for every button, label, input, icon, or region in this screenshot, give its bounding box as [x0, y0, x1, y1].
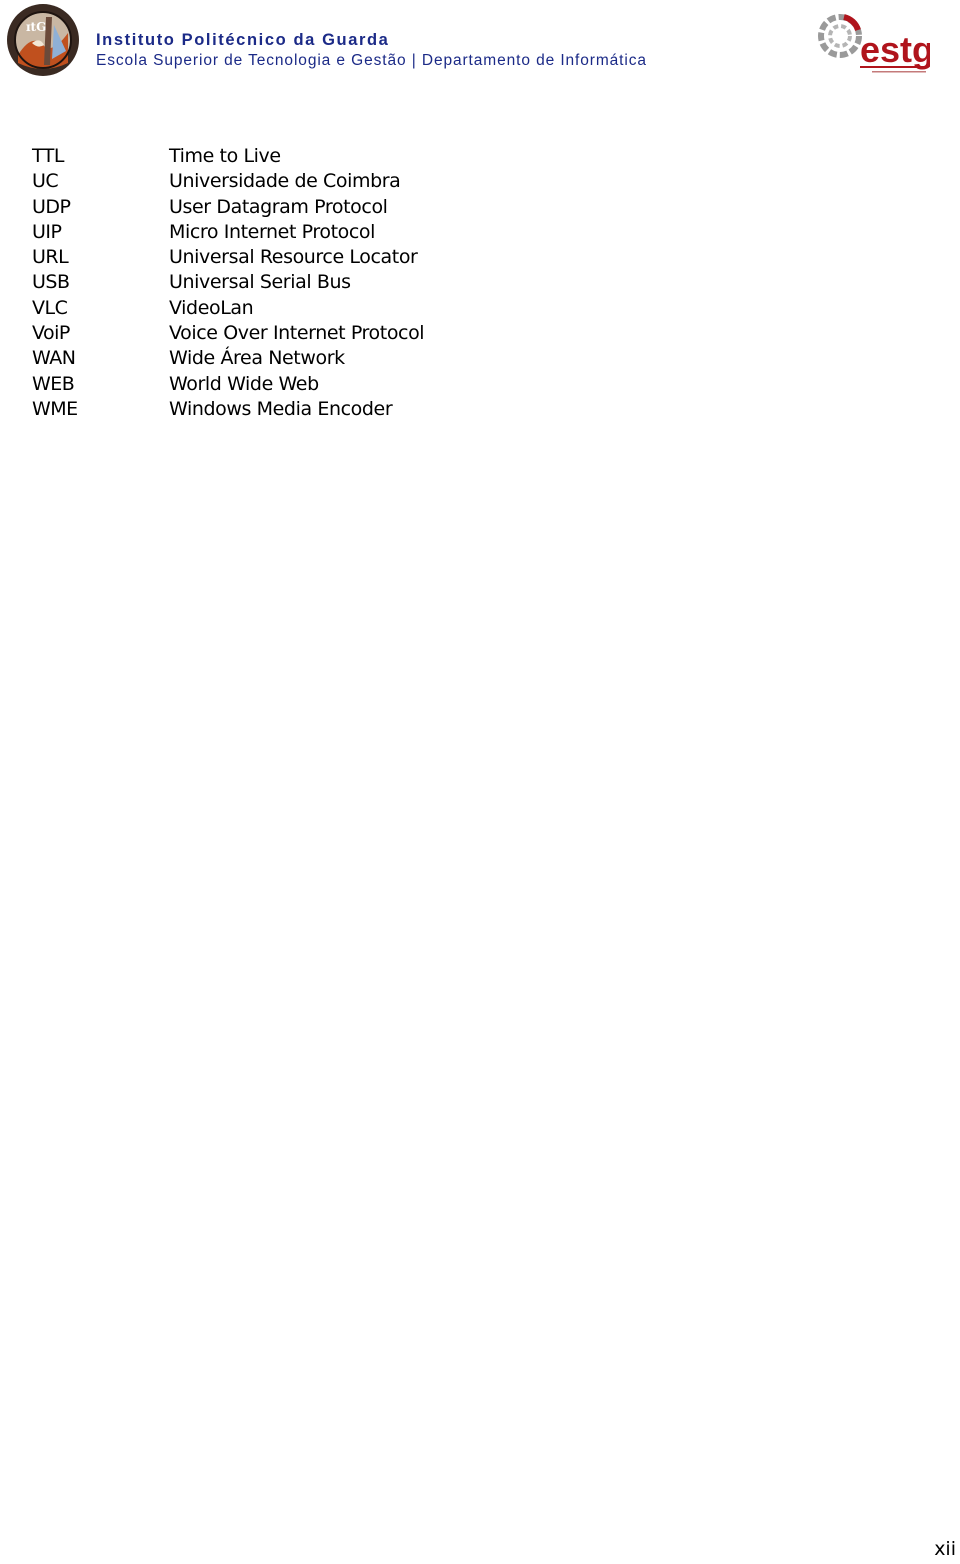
- abbreviations-list: TTL Time to Live UC Universidade de Coimbra…: [32, 144, 425, 422]
- estg-logo-icon: estg: [818, 14, 930, 73]
- abbreviation-code: UIP: [32, 220, 62, 243]
- abbreviation-row: WEB World Wide Web: [32, 372, 424, 397]
- abbreviation-code: URL: [32, 246, 69, 269]
- abbreviation-code: TTL: [32, 145, 64, 167]
- institution-subtitle: Escola Superior de Tecnologia e Gestão |…: [96, 52, 647, 69]
- abbreviation-code: WAN: [32, 347, 76, 370]
- abbreviation-meaning: Voice Over Internet Protocol: [169, 322, 425, 345]
- abbreviation-code: VoiP: [32, 322, 70, 345]
- page-header: ɪtG Instituto Politécnico da Guarda Esco…: [0, 0, 960, 90]
- estg-logo-text: estg: [860, 29, 930, 70]
- abbreviation-row: USB Universal Serial Bus: [32, 270, 424, 295]
- abbreviation-row: UC Universidade de Coimbra: [32, 169, 424, 194]
- abbreviation-meaning: Time to Live: [169, 145, 281, 167]
- abbreviation-code: USB: [32, 271, 70, 294]
- abbreviation-code: VLC: [32, 296, 68, 319]
- abbreviation-row: TTL Time to Live: [32, 144, 424, 169]
- abbreviation-meaning: User Datagram Protocol: [169, 195, 388, 218]
- abbreviation-row: UDP User Datagram Protocol: [32, 195, 424, 220]
- abbreviation-meaning: Windows Media Encoder: [169, 397, 393, 420]
- abbreviation-row: WAN Wide Área Network: [32, 346, 424, 371]
- abbreviation-code: UC: [32, 170, 59, 193]
- abbreviation-meaning: World Wide Web: [169, 372, 319, 395]
- abbreviation-meaning: VideoLan: [169, 296, 254, 319]
- abbreviation-meaning: Universal Serial Bus: [169, 271, 351, 294]
- abbreviation-meaning: Wide Área Network: [169, 347, 345, 370]
- abbreviation-row: VLC VideoLan: [32, 296, 424, 321]
- abbreviation-code: UDP: [32, 195, 71, 218]
- abbreviation-row: UIP Micro Internet Protocol: [32, 220, 424, 245]
- abbreviation-row: URL Universal Resource Locator: [32, 245, 424, 270]
- abbreviation-code: WEB: [32, 372, 75, 395]
- abbreviation-row: WME Windows Media Encoder: [32, 397, 424, 422]
- page-number: xii: [934, 1538, 956, 1560]
- abbreviation-code: WME: [32, 397, 78, 420]
- ipg-seal-logo-icon: ɪtG: [7, 4, 79, 76]
- svg-text:ɪtG: ɪtG: [26, 20, 46, 34]
- abbreviation-meaning: Micro Internet Protocol: [169, 220, 376, 243]
- abbreviation-meaning: Universidade de Coimbra: [169, 170, 401, 193]
- abbreviation-row: VoiP Voice Over Internet Protocol: [32, 321, 425, 346]
- institution-title: Instituto Politécnico da Guarda: [96, 31, 390, 49]
- abbreviation-meaning: Universal Resource Locator: [169, 246, 418, 269]
